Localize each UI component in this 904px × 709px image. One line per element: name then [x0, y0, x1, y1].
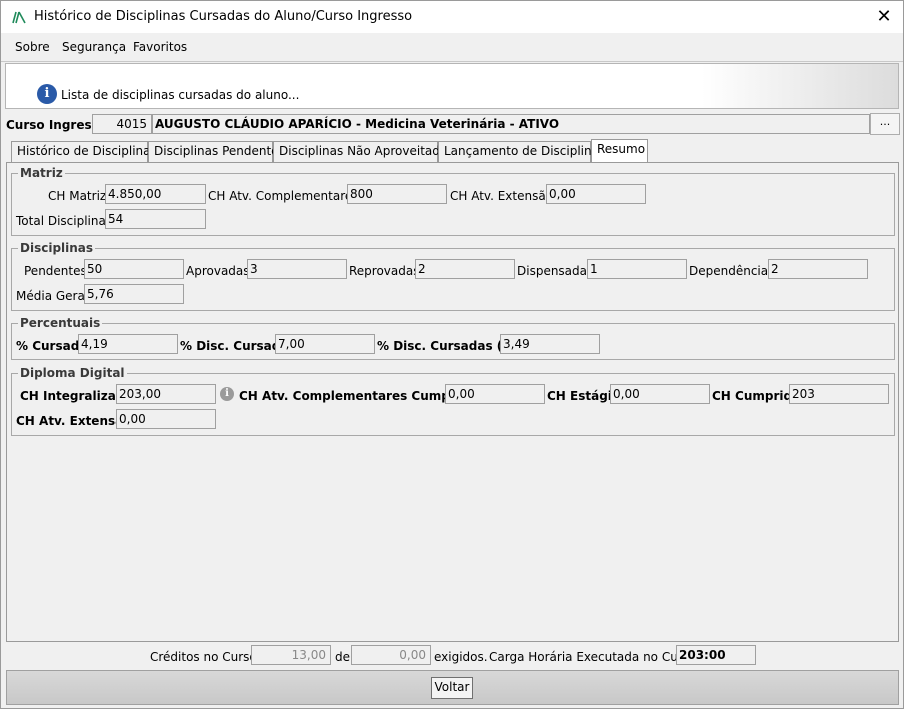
- disciplinas-title: Disciplinas: [18, 241, 96, 255]
- ch-atv-extensao-field[interactable]: 0,00: [546, 184, 646, 204]
- ch-atv-complementares-cumpridas-field[interactable]: 0,00: [445, 384, 545, 404]
- menu-sobre[interactable]: Sobre: [15, 40, 50, 54]
- title-bar: Histórico de Disciplinas Cursadas do Alu…: [1, 1, 903, 33]
- carga-label: Carga Horária Executada no Curso:: [489, 650, 701, 664]
- pendentes-field[interactable]: 50: [84, 259, 184, 279]
- footer-bar: Créditos no Curso: 13,00 de 0,00 exigido…: [1, 642, 903, 670]
- close-button[interactable]: ✕: [871, 5, 897, 29]
- cursado-field[interactable]: 4,19: [78, 334, 178, 354]
- window-title: Histórico de Disciplinas Cursadas do Alu…: [34, 9, 413, 24]
- media-geral-label: Média Geral:: [16, 289, 93, 303]
- matriz-group: Matriz CH Matriz: 4.850,00 CH Atv. Compl…: [11, 166, 895, 236]
- total-disciplinas-label: Total Disciplinas:: [16, 214, 117, 228]
- ch-cumprida-field[interactable]: 203: [789, 384, 889, 404]
- info-hint-icon[interactable]: i: [220, 387, 234, 401]
- menu-bar: Sobre Segurança Favoritos: [1, 33, 903, 62]
- matriz-title: Matriz: [18, 166, 65, 180]
- aprovadas-label: Aprovadas:: [186, 264, 254, 278]
- voltar-button[interactable]: Voltar: [431, 677, 473, 699]
- dependencias-field[interactable]: 2: [768, 259, 868, 279]
- curso-code-field[interactable]: 4015: [92, 114, 152, 134]
- ch-matriz-label: CH Matriz:: [48, 189, 111, 203]
- tab-historico[interactable]: Histórico de Disciplinas: [11, 141, 157, 162]
- tab-pendentes[interactable]: Disciplinas Pendentes: [148, 141, 285, 162]
- disc-cursadas-field[interactable]: 7,00: [275, 334, 375, 354]
- dispensadas-field[interactable]: 1: [587, 259, 687, 279]
- diploma-title: Diploma Digital: [18, 366, 127, 380]
- percentuais-title: Percentuais: [18, 316, 103, 330]
- exigidos-field[interactable]: 0,00: [351, 645, 431, 665]
- tab-lancamento[interactable]: Lançamento de Disciplinas: [438, 141, 605, 162]
- info-icon: i: [37, 84, 57, 104]
- dependencias-label: Dependências:: [689, 264, 779, 278]
- reprovadas-field[interactable]: 2: [415, 259, 515, 279]
- creditos-field[interactable]: 13,00: [251, 645, 331, 665]
- diploma-ch-atv-extensao-field[interactable]: 0,00: [116, 409, 216, 429]
- aprovadas-field[interactable]: 3: [247, 259, 347, 279]
- de-label: de: [335, 650, 350, 664]
- curso-lookup-button[interactable]: ...: [870, 113, 900, 135]
- banner-text: Lista de disciplinas cursadas do aluno..…: [61, 88, 300, 102]
- total-disciplinas-field[interactable]: 54: [105, 209, 206, 229]
- ch-atv-complementares-label: CH Atv. Complementares:: [208, 189, 363, 203]
- menu-favoritos[interactable]: Favoritos: [133, 40, 187, 54]
- curso-description-field[interactable]: AUGUSTO CLÁUDIO APARÍCIO - Medicina Vete…: [152, 114, 870, 134]
- ch-atv-extensao-label: CH Atv. Extensão:: [450, 189, 558, 203]
- ch-integralizada-field[interactable]: 203,00: [116, 384, 216, 404]
- creditos-label: Créditos no Curso:: [150, 650, 261, 664]
- app-logo-icon: [12, 11, 26, 24]
- menu-seguranca[interactable]: Segurança: [62, 40, 126, 54]
- carga-field[interactable]: 203:00: [676, 645, 756, 665]
- ch-atv-complementares-field[interactable]: 800: [347, 184, 447, 204]
- percentuais-group: Percentuais % Cursado: 4,19 % Disc. Curs…: [11, 316, 895, 360]
- disciplinas-group: Disciplinas Pendentes: 50 Aprovadas: 3 R…: [11, 241, 895, 311]
- ch-estagio-field[interactable]: 0,00: [610, 384, 710, 404]
- disc-cursadas-hr-field[interactable]: 3,49: [500, 334, 600, 354]
- main-window: Histórico de Disciplinas Cursadas do Alu…: [0, 0, 904, 709]
- exigidos-label: exigidos.: [434, 650, 488, 664]
- media-geral-field[interactable]: 5,76: [84, 284, 184, 304]
- ch-matriz-field[interactable]: 4.850,00: [105, 184, 206, 204]
- info-banner: i Lista de disciplinas cursadas do aluno…: [5, 63, 899, 109]
- reprovadas-label: Reprovadas:: [349, 264, 424, 278]
- dispensadas-label: Dispensadas:: [517, 264, 598, 278]
- pendentes-label: Pendentes:: [24, 264, 91, 278]
- diploma-group: Diploma Digital CH Integralizada: 203,00…: [11, 366, 895, 436]
- resumo-panel: Matriz CH Matriz: 4.850,00 CH Atv. Compl…: [6, 162, 899, 642]
- tab-nao-aproveitadas[interactable]: Disciplinas Não Aproveitadas: [273, 141, 454, 162]
- tab-resumo[interactable]: Resumo: [591, 139, 648, 163]
